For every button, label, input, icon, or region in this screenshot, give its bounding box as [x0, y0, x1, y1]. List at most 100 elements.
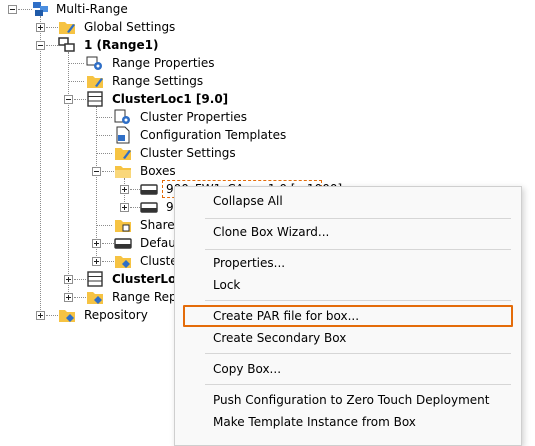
menu-item-properties[interactable]: Properties...	[175, 252, 521, 274]
tree-node-multi-range[interactable]: Multi-Range	[0, 0, 200, 18]
tree-line	[130, 189, 140, 190]
menu-item-label: Lock	[213, 278, 241, 292]
tree-label: 1 (Range1)	[84, 38, 159, 52]
cluster-server-icon	[87, 91, 103, 107]
tree-line	[102, 171, 114, 172]
properties-gear-icon	[86, 56, 102, 70]
tree-line	[46, 315, 58, 316]
collapse-toggle[interactable]	[8, 5, 17, 14]
tree-line	[74, 99, 86, 100]
tree-line	[96, 225, 112, 226]
menu-item-label: Properties...	[213, 256, 286, 270]
tree-line	[74, 279, 86, 280]
tree-label: Repository	[84, 308, 148, 322]
expand-toggle[interactable]	[36, 23, 45, 32]
tree-line	[102, 261, 114, 262]
menu-item-label: Create Secondary Box	[213, 331, 347, 345]
menu-item-create-par-file[interactable]: Create PAR file for box...	[175, 305, 521, 327]
tree-label: Cluster Properties	[140, 110, 248, 124]
menu-item-push-configuration[interactable]: Push Configuration to Zero Touch Deploym…	[175, 389, 521, 411]
menu-item-make-template-instance[interactable]: Make Template Instance from Box	[175, 411, 521, 433]
collapse-toggle[interactable]	[36, 41, 45, 50]
context-menu: Collapse All Clone Box Wizard... Propert…	[174, 186, 522, 446]
tree-node-shared[interactable]: Shared	[0, 216, 200, 234]
menu-item-label: Create PAR file for box...	[213, 309, 360, 323]
tree-line	[68, 81, 84, 82]
tree-label: ClusterLoc1 [9.0]	[112, 92, 229, 106]
tree-line	[96, 153, 112, 154]
tree-node-configuration-templates[interactable]: Configuration Templates	[0, 126, 286, 144]
tree-line	[18, 9, 32, 10]
tree-node-repository[interactable]: Repository	[0, 306, 200, 324]
expand-toggle[interactable]	[120, 203, 129, 212]
tree-node-range1[interactable]: 1 (Range1)	[0, 36, 220, 54]
box-server-icon	[114, 238, 132, 249]
menu-item-lock[interactable]: Lock	[175, 274, 521, 296]
tree-node-global-settings[interactable]: Global Settings	[0, 18, 200, 36]
tree-node-cluster-settings[interactable]: Cluster Settings	[0, 144, 260, 162]
menu-separator	[205, 384, 511, 385]
tree-label: Multi-Range	[56, 2, 128, 16]
tree-node-boxes[interactable]: Boxes	[0, 162, 200, 180]
folder-repository-icon	[115, 256, 131, 268]
tree-node-cluster-properties[interactable]: Cluster Properties	[0, 108, 260, 126]
tree-node-range-repository[interactable]: Range Repo	[0, 288, 200, 306]
collapse-toggle[interactable]	[92, 167, 101, 176]
tree-label: Range Settings	[112, 74, 204, 88]
properties-gear-icon	[114, 109, 130, 124]
tree-line	[130, 207, 140, 208]
folder-settings-icon	[87, 76, 103, 88]
tree-label: Range Properties	[112, 56, 215, 70]
tree-line	[68, 63, 84, 64]
tree-node-box2[interactable]: 90	[0, 198, 200, 216]
tree-node-cluster2[interactable]: ClusterLoc2	[0, 270, 200, 288]
menu-item-copy-box[interactable]: Copy Box...	[175, 358, 521, 380]
menu-item-collapse-all[interactable]: Collapse All	[175, 190, 521, 212]
tree-node-default[interactable]: Default	[0, 234, 200, 252]
template-document-icon	[116, 126, 130, 144]
menu-item-clone-box-wizard[interactable]: Clone Box Wizard...	[175, 221, 521, 243]
range-icon	[58, 37, 75, 52]
expand-toggle[interactable]	[120, 185, 129, 194]
menu-separator	[205, 353, 511, 354]
expand-toggle[interactable]	[36, 311, 45, 320]
tree-line	[102, 243, 114, 244]
folder-settings-icon	[115, 148, 131, 160]
tree-line	[46, 27, 58, 28]
tree-line	[96, 135, 112, 136]
tree-line	[74, 297, 86, 298]
menu-item-label: Copy Box...	[213, 362, 282, 376]
folder-repository-icon	[87, 292, 103, 304]
tree-node-range-properties[interactable]: Range Properties	[0, 54, 220, 72]
folder-settings-icon	[59, 22, 75, 34]
tree-label: Boxes	[140, 164, 176, 178]
expand-toggle[interactable]	[64, 293, 73, 302]
tree-label: Configuration Templates	[140, 128, 287, 142]
menu-item-label: Clone Box Wizard...	[213, 225, 330, 239]
menu-item-create-secondary-box[interactable]: Create Secondary Box	[175, 327, 521, 349]
menu-separator	[205, 249, 511, 250]
tree-node-range-settings[interactable]: Range Settings	[0, 72, 220, 90]
multi-range-icon	[33, 2, 48, 16]
tree-line	[96, 117, 112, 118]
menu-separator	[205, 218, 511, 219]
menu-item-label: Push Configuration to Zero Touch Deploym…	[213, 393, 490, 407]
expand-toggle[interactable]	[64, 275, 73, 284]
tree-label: Cluster Settings	[140, 146, 236, 160]
expand-toggle[interactable]	[92, 257, 101, 266]
menu-item-label: Collapse All	[213, 194, 283, 208]
tree-line	[46, 45, 58, 46]
box-server-icon	[140, 202, 158, 213]
expand-toggle[interactable]	[92, 239, 101, 248]
tree-node-cluster-partial[interactable]: Cluster	[0, 252, 200, 270]
folder-open-icon	[115, 166, 131, 178]
tree-label: Global Settings	[84, 20, 176, 34]
folder-repository-icon	[59, 310, 75, 322]
menu-item-label: Make Template Instance from Box	[213, 415, 416, 429]
cluster-server-icon	[87, 271, 103, 287]
box-server-icon	[140, 184, 158, 195]
menu-separator	[205, 300, 511, 301]
folder-shared-icon	[115, 220, 131, 232]
collapse-toggle[interactable]	[64, 95, 73, 104]
tree-node-cluster1[interactable]: ClusterLoc1 [9.0]	[0, 90, 240, 108]
